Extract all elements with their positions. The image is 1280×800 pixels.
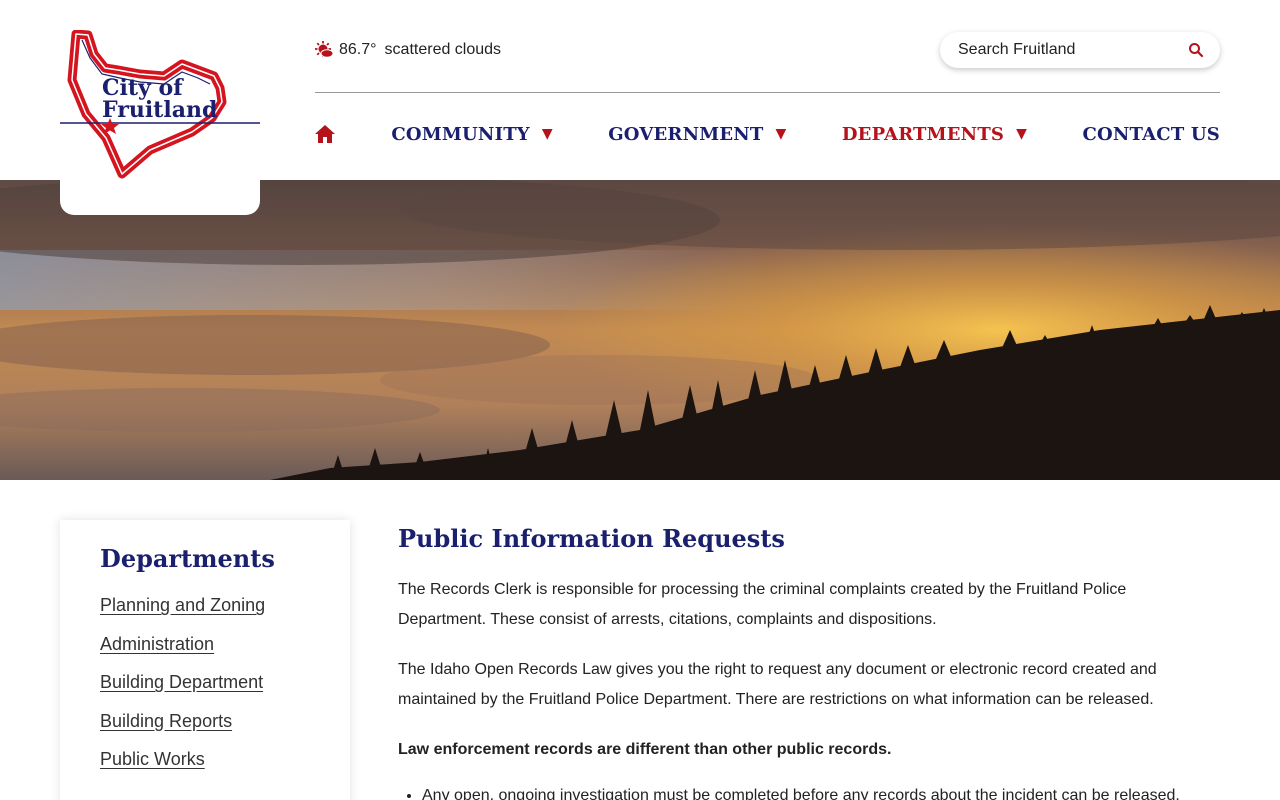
chevron-down-icon: ▼: [541, 126, 553, 142]
weather-condition: scattered clouds: [384, 41, 502, 58]
page-title: Public Information Requests: [398, 524, 785, 553]
nav-government-label: GOVERNMENT: [608, 123, 764, 145]
nav-government[interactable]: GOVERNMENT ▼: [608, 124, 786, 145]
weather-temperature: 86.7°: [339, 41, 377, 58]
logo-text-line2: Fruitland: [102, 97, 217, 123]
main-content: Public Information Requests The Records …: [398, 524, 1188, 800]
hero-image: [0, 180, 1280, 480]
nav-departments[interactable]: DEPARTMENTS ▼: [842, 124, 1027, 145]
home-icon[interactable]: [314, 123, 336, 145]
list-item: Any open, ongoing investigation must be …: [422, 781, 1188, 800]
sidebar-item: Building Department: [100, 672, 310, 711]
search-icon[interactable]: [1188, 42, 1204, 58]
sidebar-item: Building Reports: [100, 711, 310, 750]
city-logo[interactable]: City of Fruitland: [60, 30, 260, 180]
search-input[interactable]: [958, 41, 1188, 59]
logo-card[interactable]: City of Fruitland: [60, 20, 260, 215]
chevron-down-icon: ▼: [1016, 126, 1028, 142]
departments-sidebar: Departments Planning and Zoning Administ…: [60, 520, 350, 800]
paragraph-records-clerk: The Records Clerk is responsible for pro…: [398, 581, 1127, 628]
sidebar-list: Planning and Zoning Administration Build…: [100, 595, 310, 788]
sidebar-item: Administration: [100, 634, 310, 673]
sidebar-item: Public Works: [100, 749, 310, 788]
nav-departments-label: DEPARTMENTS: [841, 123, 1005, 145]
sidebar-link-planning-zoning[interactable]: Planning and Zoning: [100, 595, 265, 615]
chevron-down-icon: ▼: [775, 126, 787, 142]
header-divider: [315, 92, 1220, 93]
sidebar-title: Departments: [100, 544, 275, 573]
nav-community[interactable]: COMMUNITY ▼: [391, 124, 552, 145]
sidebar-link-building-department[interactable]: Building Department: [100, 672, 263, 692]
site-header: City of Fruitland 86.7° scattered clouds: [0, 0, 1280, 215]
sidebar-link-building-reports[interactable]: Building Reports: [100, 711, 232, 731]
nav-community-label: COMMUNITY: [391, 123, 530, 145]
nav-contact-label: CONTACT US: [1082, 123, 1220, 145]
weather-widget: 86.7° scattered clouds: [314, 40, 501, 60]
sidebar-link-administration[interactable]: Administration: [100, 634, 214, 654]
sidebar-item: Planning and Zoning: [100, 595, 310, 634]
hero-banner: [0, 180, 1280, 480]
sidebar-link-public-works[interactable]: Public Works: [100, 749, 205, 769]
restrictions-list: Any open, ongoing investigation must be …: [398, 781, 1188, 800]
main-nav: COMMUNITY ▼ GOVERNMENT ▼ DEPARTMENTS ▼ C…: [314, 118, 1220, 150]
search-box[interactable]: [940, 32, 1220, 68]
nav-contact-us[interactable]: CONTACT US: [1082, 124, 1220, 145]
weather-icon: [315, 41, 334, 58]
paragraph-open-records-law: The Idaho Open Records Law gives you the…: [398, 661, 1157, 708]
paragraph-law-enforcement-notice: Law enforcement records are different th…: [398, 741, 892, 758]
